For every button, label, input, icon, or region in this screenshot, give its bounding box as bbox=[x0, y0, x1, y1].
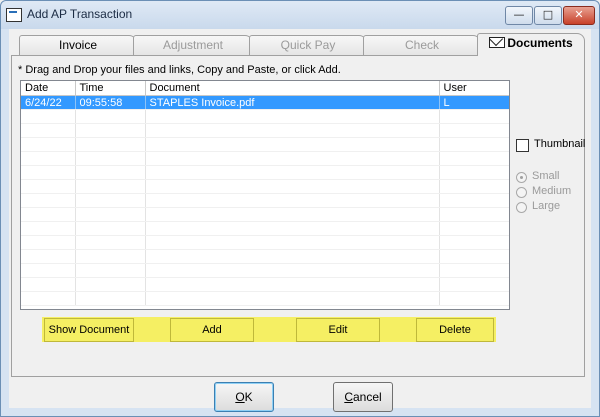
table-row-empty bbox=[21, 193, 509, 208]
show-document-button[interactable]: Show Document bbox=[44, 318, 134, 342]
tab-documents[interactable]: Documents bbox=[477, 33, 585, 56]
radio-large-label: Large bbox=[532, 200, 561, 212]
documents-list[interactable]: Date Time Document User 6/24/22 09:55:58… bbox=[20, 80, 510, 310]
tab-quick-pay[interactable]: Quick Pay bbox=[249, 35, 367, 55]
radio-small-circle[interactable] bbox=[516, 172, 527, 183]
tab-check[interactable]: Check bbox=[363, 35, 481, 55]
cell-time: 09:55:58 bbox=[75, 95, 146, 110]
radio-small-label: Small bbox=[532, 170, 560, 182]
table-row-empty bbox=[21, 235, 509, 250]
column-header-date[interactable]: Date bbox=[21, 81, 76, 96]
minimize-button[interactable]: — bbox=[505, 6, 533, 25]
documents-panel: * Drag and Drop your files and links, Co… bbox=[11, 55, 585, 377]
ok-mnemonic: O bbox=[235, 390, 245, 404]
radio-large-circle[interactable] bbox=[516, 202, 527, 213]
table-row-empty bbox=[21, 249, 509, 264]
table-row-empty bbox=[21, 179, 509, 194]
table-header-row: Date Time Document User bbox=[21, 81, 509, 96]
table-row-empty bbox=[21, 123, 509, 138]
title-bar[interactable]: Add AP Transaction — □ ✕ bbox=[1, 1, 599, 29]
table-row-empty bbox=[21, 221, 509, 236]
table-row-empty bbox=[21, 291, 509, 306]
add-button[interactable]: Add bbox=[170, 318, 254, 342]
maximize-button[interactable]: □ bbox=[534, 6, 562, 25]
documents-table: Date Time Document User 6/24/22 09:55:58… bbox=[21, 81, 509, 306]
radio-small[interactable]: Small bbox=[516, 170, 586, 185]
radio-medium-circle[interactable] bbox=[516, 187, 527, 198]
edit-button[interactable]: Edit bbox=[296, 318, 380, 342]
checkbox-box[interactable] bbox=[516, 139, 529, 152]
cancel-mnemonic: C bbox=[344, 390, 353, 404]
ok-button[interactable]: OK bbox=[214, 382, 274, 412]
tab-invoice[interactable]: Invoice bbox=[19, 35, 137, 55]
ok-rest: K bbox=[244, 390, 253, 404]
column-header-user[interactable]: User bbox=[439, 81, 509, 96]
cancel-rest: ancel bbox=[352, 390, 382, 404]
dialog-window: Add AP Transaction — □ ✕ Invoice Adjustm… bbox=[0, 0, 600, 417]
table-row-empty bbox=[21, 263, 509, 278]
table-row-empty bbox=[21, 109, 509, 124]
tab-strip: Invoice Adjustment Quick Pay Check Docum… bbox=[9, 33, 591, 56]
close-button[interactable]: ✕ bbox=[563, 6, 595, 25]
window-title: Add AP Transaction bbox=[27, 7, 133, 21]
table-row-empty bbox=[21, 207, 509, 222]
delete-button[interactable]: Delete bbox=[416, 318, 494, 342]
table-row-empty bbox=[21, 151, 509, 166]
column-header-document[interactable]: Document bbox=[145, 81, 440, 96]
thumbnail-label: Thumbnail bbox=[534, 138, 586, 150]
table-row-empty bbox=[21, 137, 509, 152]
table-row-empty bbox=[21, 165, 509, 180]
radio-large[interactable]: Large bbox=[516, 200, 586, 215]
drag-drop-hint: * Drag and Drop your files and links, Co… bbox=[18, 64, 341, 76]
table-row[interactable]: 6/24/22 09:55:58 STAPLES Invoice.pdf L bbox=[21, 95, 509, 110]
cell-user: L bbox=[439, 95, 509, 110]
tab-adjustment[interactable]: Adjustment bbox=[133, 35, 253, 55]
dialog-client-area: Invoice Adjustment Quick Pay Check Docum… bbox=[9, 29, 591, 412]
radio-medium[interactable]: Medium bbox=[516, 185, 586, 200]
table-row-empty bbox=[21, 277, 509, 292]
column-header-time[interactable]: Time bbox=[75, 81, 146, 96]
envelope-icon bbox=[489, 37, 506, 48]
cell-document: STAPLES Invoice.pdf bbox=[145, 95, 440, 110]
cell-date: 6/24/22 bbox=[21, 95, 76, 110]
tab-documents-label: Documents bbox=[507, 36, 573, 50]
cancel-button[interactable]: Cancel bbox=[333, 382, 393, 412]
app-icon[interactable] bbox=[6, 8, 22, 22]
radio-medium-label: Medium bbox=[532, 185, 572, 197]
